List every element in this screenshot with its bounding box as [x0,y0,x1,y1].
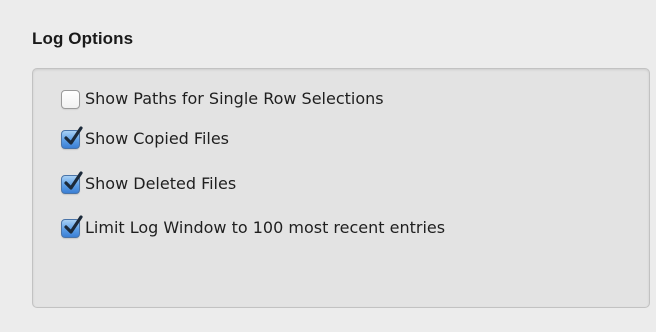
checkmark-icon [64,214,83,234]
show-paths-label: Show Paths for Single Row Selections [85,89,384,108]
checkmark-icon [64,125,83,145]
limit-log-window-checkbox[interactable] [61,214,83,238]
show-deleted-files-checkbox[interactable] [61,170,83,194]
checkmark-icon [64,170,83,190]
option-show-paths-single-row[interactable]: Show Paths for Single Row Selections [61,88,384,110]
option-show-deleted-files[interactable]: Show Deleted Files [61,170,237,195]
option-limit-log-window[interactable]: Limit Log Window to 100 most recent entr… [61,214,446,239]
window-edge [656,0,664,332]
limit-log-window-label: Limit Log Window to 100 most recent entr… [85,218,446,237]
log-options-title: Log Options [32,29,134,48]
option-show-copied-files[interactable]: Show Copied Files [61,125,230,150]
show-copied-files-checkbox[interactable] [61,125,83,149]
log-options-group: Show Paths for Single Row Selections Sho… [32,68,650,308]
show-copied-files-label: Show Copied Files [85,129,230,148]
show-deleted-files-label: Show Deleted Files [85,174,237,193]
show-paths-checkbox[interactable] [61,89,80,109]
